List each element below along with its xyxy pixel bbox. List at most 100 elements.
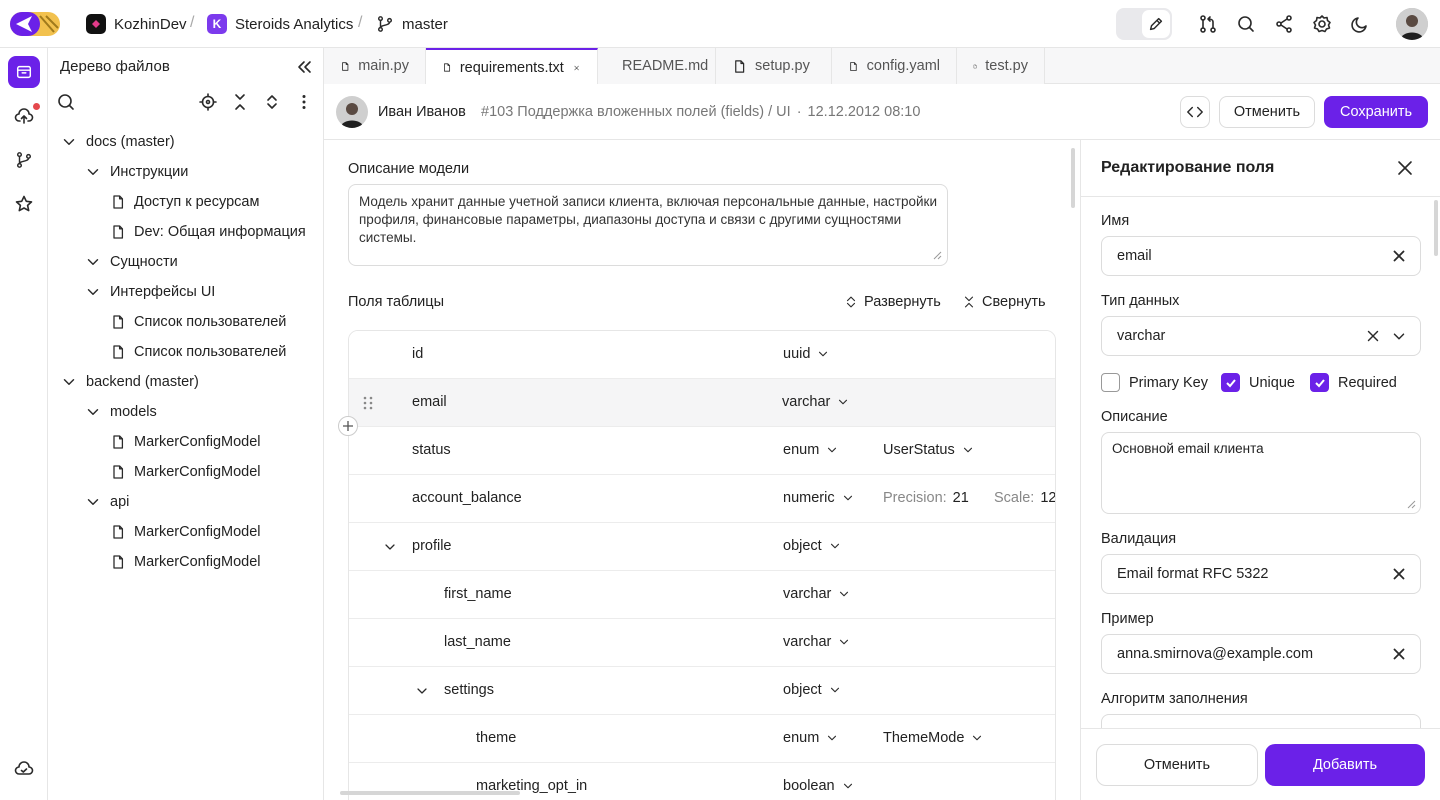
type-select[interactable]: varchar <box>1101 316 1421 356</box>
rail-branches-button[interactable] <box>8 144 40 176</box>
tree-file[interactable]: Список пользователей <box>108 307 286 337</box>
unique-checkbox[interactable]: Unique <box>1221 373 1295 392</box>
tab-readme-md[interactable]: README.md <box>598 48 716 84</box>
chevron-down-icon[interactable] <box>84 493 102 511</box>
tree-folder[interactable]: Интерфейсы UI <box>84 277 215 307</box>
locate-file-icon[interactable] <box>198 92 218 112</box>
clear-icon[interactable] <box>1390 247 1408 265</box>
tree-search-icon[interactable] <box>56 92 76 112</box>
breadcrumb-branch[interactable]: master <box>376 0 448 48</box>
chevron-down-icon[interactable] <box>84 253 102 271</box>
tree-file[interactable]: MarkerConfigModel <box>108 457 261 487</box>
close-panel-icon[interactable] <box>1395 158 1415 178</box>
chevron-down-icon[interactable] <box>1390 327 1408 345</box>
collapse-panel-icon[interactable] <box>294 57 314 77</box>
chevron-down-icon[interactable] <box>60 373 78 391</box>
tree-file[interactable]: MarkerConfigModel <box>108 547 261 577</box>
code-view-button[interactable] <box>1180 96 1210 128</box>
panel-scrollbar[interactable] <box>1434 200 1438 256</box>
name-input[interactable]: email <box>1101 236 1421 276</box>
close-icon[interactable] <box>572 61 581 75</box>
precision-field[interactable]: Precision: 21 <box>883 490 969 506</box>
vertical-scrollbar[interactable] <box>1071 148 1075 208</box>
horizontal-scrollbar[interactable] <box>340 791 520 795</box>
tab-setup-py[interactable]: setup.py <box>716 48 832 84</box>
more-vertical-icon[interactable] <box>294 92 314 112</box>
enum-select[interactable]: UserStatus <box>883 442 975 458</box>
tree-folder[interactable]: docs (master) <box>60 127 175 157</box>
save-button[interactable]: Сохранить <box>1324 96 1428 128</box>
description-textarea[interactable]: Основной email клиента <box>1101 432 1421 514</box>
tree-file[interactable]: MarkerConfigModel <box>108 517 261 547</box>
edit-mode-toggle[interactable] <box>1116 8 1172 40</box>
search-icon[interactable] <box>1236 14 1256 34</box>
tab-requirements-txt[interactable]: requirements.txt <box>426 48 598 85</box>
fill-algorithm-input[interactable] <box>1101 714 1421 728</box>
field-row[interactable]: id uuid <box>349 331 1055 379</box>
tree-folder[interactable]: backend (master) <box>60 367 199 397</box>
tree-file[interactable]: MarkerConfigModel <box>108 427 261 457</box>
field-row[interactable]: settings object <box>349 667 1055 715</box>
field-type-select[interactable]: numeric <box>783 490 855 506</box>
chevron-down-icon[interactable] <box>414 683 430 699</box>
rail-favorites-button[interactable] <box>8 188 40 220</box>
resize-handle-icon[interactable] <box>932 250 942 260</box>
expand-button[interactable]: Развернуть <box>844 294 941 310</box>
breadcrumb-workspace[interactable]: KozhinDev <box>86 0 187 48</box>
required-checkbox[interactable]: Required <box>1310 373 1397 392</box>
chevron-down-icon[interactable] <box>84 403 102 421</box>
expand-all-icon[interactable] <box>262 92 282 112</box>
pull-request-icon[interactable] <box>1198 14 1218 34</box>
primary-key-checkbox[interactable]: Primary Key <box>1101 373 1208 392</box>
app-logo[interactable] <box>10 12 60 36</box>
settings-icon[interactable] <box>1312 14 1332 34</box>
field-type-select[interactable]: varchar <box>782 394 850 410</box>
user-avatar[interactable] <box>1396 8 1428 40</box>
scale-field[interactable]: Scale: 12 <box>994 490 1055 506</box>
rail-files-button[interactable] <box>8 56 40 88</box>
clear-icon[interactable] <box>1390 645 1408 663</box>
tree-folder[interactable]: Инструкции <box>84 157 188 187</box>
add-button[interactable]: Добавить <box>1265 744 1425 786</box>
field-type-select[interactable]: boolean <box>783 778 855 794</box>
breadcrumb-project[interactable]: K Steroids Analytics <box>207 0 353 48</box>
clear-icon[interactable] <box>1390 565 1408 583</box>
chevron-down-icon[interactable] <box>60 133 78 151</box>
rail-sync-button[interactable] <box>8 752 40 784</box>
field-row[interactable]: theme enum ThemeMode <box>349 715 1055 763</box>
field-type-select[interactable]: object <box>783 538 842 554</box>
tab-config-yaml[interactable]: config.yaml <box>832 48 957 84</box>
field-row[interactable]: account_balance numeric Precision: 21 Scale:… <box>349 475 1055 523</box>
field-type-select[interactable]: uuid <box>783 346 830 362</box>
panel-cancel-button[interactable]: Отменить <box>1096 744 1258 786</box>
tree-file[interactable]: Список пользователей <box>108 337 286 367</box>
cancel-button[interactable]: Отменить <box>1219 96 1315 128</box>
field-row[interactable]: first_name varchar <box>349 571 1055 619</box>
chevron-down-icon[interactable] <box>382 539 398 555</box>
field-row[interactable]: email varchar <box>349 379 1055 427</box>
enum-select[interactable]: ThemeMode <box>883 730 984 746</box>
model-description-input[interactable]: Модель хранит данные учетной записи клие… <box>348 184 948 266</box>
share-icon[interactable] <box>1274 14 1294 34</box>
collapse-all-icon[interactable] <box>230 92 250 112</box>
drag-handle-icon[interactable] <box>361 395 375 411</box>
tree-file[interactable]: Dev: Общая информация <box>108 217 306 247</box>
moon-icon[interactable] <box>1350 14 1370 34</box>
tree-folder[interactable]: api <box>84 487 129 517</box>
add-field-icon[interactable] <box>338 416 358 436</box>
collapse-button[interactable]: Свернуть <box>962 294 1046 310</box>
field-row[interactable]: last_name varchar <box>349 619 1055 667</box>
field-type-select[interactable]: varchar <box>783 586 851 602</box>
tab-main-py[interactable]: main.py <box>324 48 426 84</box>
example-input[interactable]: anna.smirnova@example.com <box>1101 634 1421 674</box>
chevron-down-icon[interactable] <box>84 283 102 301</box>
field-type-select[interactable]: object <box>783 682 842 698</box>
tab-test-py[interactable]: test.py <box>957 48 1045 84</box>
chevron-down-icon[interactable] <box>84 163 102 181</box>
clear-icon[interactable] <box>1364 327 1382 345</box>
field-type-select[interactable]: varchar <box>783 634 851 650</box>
field-type-select[interactable]: enum <box>783 442 839 458</box>
field-type-select[interactable]: enum <box>783 730 839 746</box>
tree-folder[interactable]: models <box>84 397 157 427</box>
field-row[interactable]: status enum UserStatus <box>349 427 1055 475</box>
